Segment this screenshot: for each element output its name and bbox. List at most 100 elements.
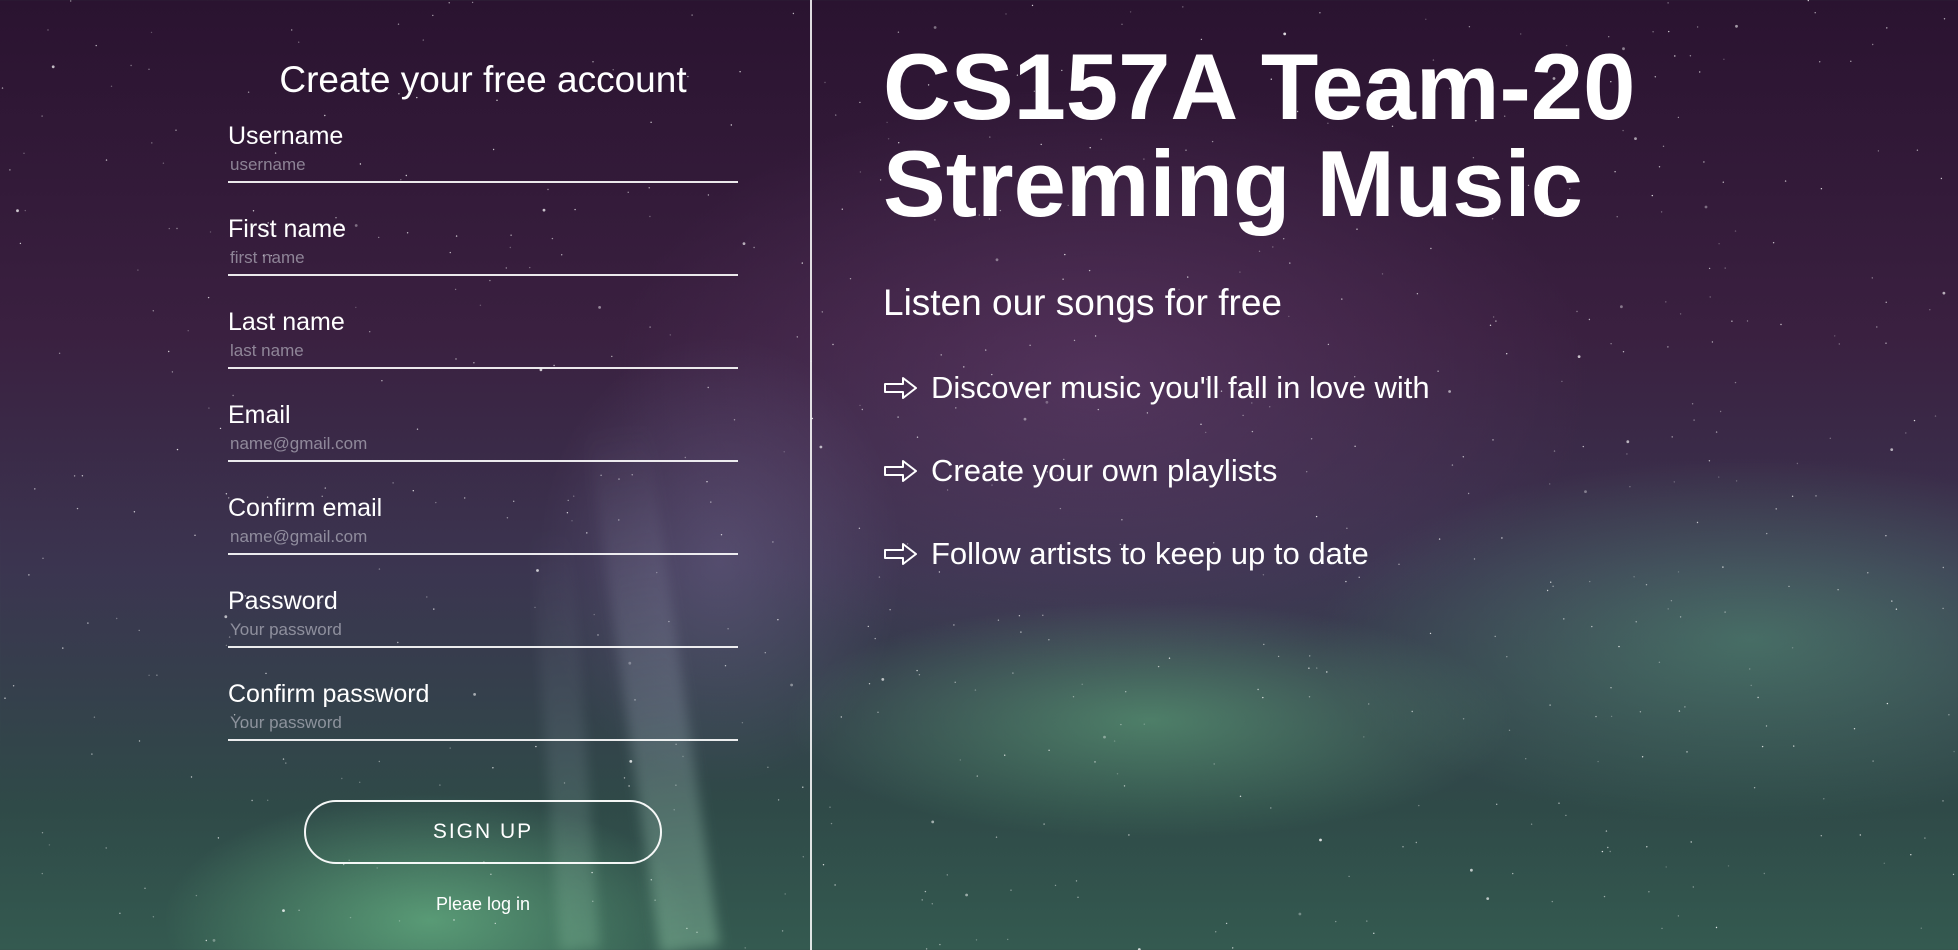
star (1549, 704, 1551, 706)
star (1684, 706, 1686, 708)
star (207, 296, 210, 299)
star (12, 685, 15, 687)
first-name-input[interactable] (228, 243, 738, 276)
star (931, 820, 935, 824)
star (840, 716, 842, 718)
star (997, 619, 1000, 621)
star (51, 65, 55, 69)
hero-section: CS157A Team-20 Streming Music Listen our… (883, 38, 1883, 617)
star (23, 152, 25, 154)
star (777, 799, 780, 801)
star (195, 894, 198, 897)
star (28, 574, 30, 576)
star (1823, 798, 1825, 800)
star (1551, 900, 1554, 903)
star (187, 330, 189, 332)
star (212, 939, 216, 942)
star (1948, 714, 1950, 716)
email-input[interactable] (228, 429, 738, 462)
star (1872, 760, 1874, 762)
star (1319, 12, 1321, 14)
star (171, 371, 174, 373)
star (897, 31, 900, 33)
star (1749, 668, 1751, 670)
last-name-input[interactable] (228, 336, 738, 369)
feature-list: Discover music you'll fall in love with … (883, 368, 1883, 574)
star (1239, 795, 1242, 797)
star (975, 939, 978, 941)
star (1618, 645, 1620, 648)
star (219, 427, 222, 430)
username-input[interactable] (228, 150, 738, 183)
field-first-name: First name (228, 214, 738, 307)
star (93, 716, 96, 718)
star (70, 0, 72, 2)
star (1308, 667, 1310, 669)
star (1885, 535, 1887, 537)
star (1661, 927, 1663, 930)
star (190, 776, 193, 778)
star (1462, 718, 1465, 720)
field-password: Password (228, 586, 738, 679)
star (41, 872, 43, 875)
star (176, 227, 178, 230)
star (781, 930, 784, 932)
star (790, 683, 793, 687)
feature-item: Follow artists to keep up to date (883, 534, 1883, 574)
star (1468, 26, 1471, 28)
star (1077, 896, 1079, 898)
star (1924, 837, 1926, 839)
confirm-email-input[interactable] (228, 522, 738, 555)
star (1048, 639, 1050, 641)
star (792, 12, 795, 15)
star (1942, 291, 1946, 295)
star (1953, 750, 1955, 753)
star (291, 29, 293, 31)
star (398, 920, 401, 922)
star (859, 171, 862, 173)
star (1692, 886, 1695, 888)
star (1512, 872, 1514, 875)
confirm-password-input[interactable] (228, 708, 738, 741)
star (835, 114, 837, 116)
star (208, 407, 210, 409)
star (87, 622, 89, 624)
star (1530, 823, 1533, 825)
star (1667, 2, 1669, 4)
star (783, 451, 785, 453)
star (1429, 632, 1432, 635)
password-input[interactable] (228, 615, 738, 648)
star (168, 227, 170, 230)
star (877, 711, 879, 713)
star (1761, 745, 1764, 748)
star (1128, 834, 1130, 836)
star (1335, 920, 1337, 923)
star (1943, 18, 1946, 20)
star (1157, 665, 1160, 668)
star (1652, 31, 1654, 33)
star (832, 343, 834, 346)
star (1607, 846, 1609, 849)
star (176, 448, 179, 451)
login-link[interactable]: Pleae log in (228, 894, 738, 915)
star (1103, 735, 1106, 739)
star (1886, 27, 1888, 29)
star (1262, 696, 1264, 699)
star (1765, 725, 1768, 727)
star (1298, 912, 1302, 916)
star (205, 939, 207, 942)
star (148, 674, 150, 676)
sign-up-button[interactable]: SIGN UP (304, 799, 662, 864)
star (1791, 647, 1794, 649)
star (1558, 802, 1560, 804)
star (1658, 661, 1661, 663)
star (829, 806, 831, 808)
star (1727, 865, 1730, 867)
star (849, 278, 852, 280)
star (1793, 745, 1795, 747)
star (1905, 432, 1907, 434)
star (1506, 656, 1508, 658)
star (1415, 841, 1418, 844)
star (1116, 773, 1119, 775)
star (1048, 749, 1050, 751)
